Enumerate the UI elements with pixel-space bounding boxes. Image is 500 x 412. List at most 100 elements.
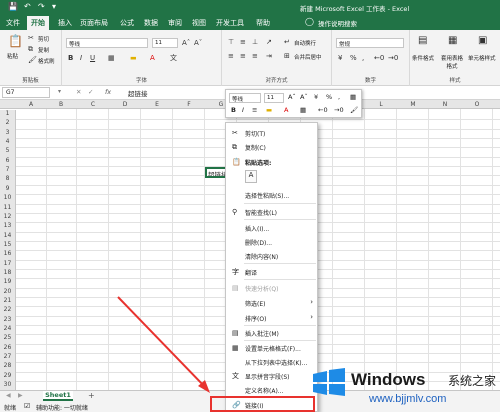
font-name-select[interactable]: 等线 [66,38,148,48]
column-header[interactable]: F [174,101,204,108]
phonetic-icon[interactable]: 文 [170,54,177,63]
mini-format-painter-icon[interactable]: 🖌 [350,106,358,115]
menu-item-pick-list[interactable]: 从下拉列表中选择(K)... [226,357,317,367]
tab-review[interactable]: 审阅 [168,18,182,28]
menu-item-sort[interactable]: 排序(O) › [226,313,317,323]
mini-shrink-font-icon[interactable]: Aˇ [300,93,308,102]
mini-decrease-decimal-icon[interactable]: →0 [334,106,344,115]
tab-developer[interactable]: 开发工具 [216,18,244,28]
name-box-dropdown-icon[interactable]: ▾ [58,88,61,95]
menu-item-clear[interactable]: 清除内容(N) [226,251,317,261]
redo-icon[interactable]: ↷ [38,2,45,12]
column-header[interactable]: L [366,101,396,108]
tab-home[interactable]: 开始 [27,16,49,30]
next-sheet-icon[interactable]: ▶ [18,392,23,399]
menu-item-translate[interactable]: 字翻译 [226,267,317,277]
accounting-icon[interactable]: ¥ [338,54,342,63]
column-header[interactable]: A [16,101,46,108]
conditional-format-icon[interactable]: ▤ [418,36,427,46]
menu-item-insert-comment[interactable]: ▤ 插入批注(M) [226,328,317,338]
align-center-icon[interactable]: ≡ [240,52,246,61]
bold-icon[interactable]: B [68,54,73,63]
accessibility-status[interactable]: 辅助功能: 一切就绪 [36,403,88,412]
align-middle-icon[interactable]: ≡ [240,38,246,47]
cancel-icon[interactable]: ✕ [76,88,81,96]
paste-option-icon[interactable]: A [245,170,257,183]
format-table-button[interactable]: 套用表格格式 [440,54,464,70]
comma-icon[interactable]: , [362,54,364,63]
mini-italic-icon[interactable]: I [242,106,244,115]
paste-button[interactable]: 粘贴 [7,52,18,60]
tab-page-layout[interactable]: 页面布局 [80,18,108,28]
menu-item-paste-special[interactable]: 选择性粘贴(S)... [226,190,317,200]
menu-item-copy[interactable]: ⧉ 复制(C) [226,142,317,152]
decrease-decimal-icon[interactable]: →0 [388,54,398,63]
align-top-icon[interactable]: ⊤ [228,38,234,47]
mini-accounting-icon[interactable]: ¥ [314,93,318,102]
prev-sheet-icon[interactable]: ◀ [6,392,11,399]
cut-icon[interactable]: ✂ [28,34,34,43]
copy-button[interactable]: 复制 [38,46,49,54]
sheet-tab-sheet1[interactable]: Sheet1 [43,391,73,401]
menu-item-insert[interactable]: 插入(I)... [226,223,317,233]
format-painter-button[interactable]: 格式刷 [38,57,55,65]
paste-icon[interactable]: 📋 [8,34,23,48]
save-icon[interactable]: 💾 [8,2,18,12]
mini-comma-icon[interactable]: , [338,93,340,102]
column-header[interactable]: N [430,101,460,108]
tab-file[interactable]: 文件 [6,18,20,28]
column-header[interactable]: D [110,101,140,108]
mini-border-icon[interactable]: ▦ [300,106,306,115]
mini-font-size-select[interactable]: 11 [264,93,284,103]
mini-format-icon[interactable]: ▦ [350,93,356,102]
column-header[interactable]: O [462,101,492,108]
add-sheet-button[interactable]: + [88,391,95,400]
percent-icon[interactable]: % [350,54,357,63]
formula-input[interactable]: 超链接 [128,88,148,98]
align-bottom-icon[interactable]: ⊥ [252,38,258,47]
merge-center-button[interactable]: 合并后居中 [294,53,322,61]
tab-data[interactable]: 数据 [144,18,158,28]
tab-view[interactable]: 视图 [192,18,206,28]
conditional-format-button[interactable]: 条件格式 [412,54,434,62]
enter-icon[interactable]: ✓ [88,88,93,96]
format-painter-icon[interactable]: 🖌 [28,56,37,65]
number-format-select[interactable]: 常规 [336,38,404,48]
orientation-icon[interactable]: ↗ [266,38,272,47]
align-right-icon[interactable]: ≡ [252,52,258,61]
font-color-icon[interactable]: A [150,54,155,63]
format-table-icon[interactable]: ▦ [448,36,457,46]
menu-item-filter[interactable]: 筛选(E) › [226,298,317,308]
wrap-text-icon[interactable]: ↵ [284,38,290,47]
tab-insert[interactable]: 插入 [58,18,72,28]
menu-item-smart-lookup[interactable]: ⚲ 智能查找(L) [226,207,317,217]
copy-icon[interactable]: ⧉ [28,45,33,54]
menu-item-delete[interactable]: 删除(D)... [226,237,317,247]
shrink-font-icon[interactable]: Aˇ [194,39,202,48]
menu-item-define-name[interactable]: 定义名称(A)... [226,385,317,395]
mini-font-color-icon[interactable]: A [284,106,288,115]
name-box[interactable]: G7 [2,87,50,98]
column-header[interactable]: C [78,101,108,108]
mini-grow-font-icon[interactable]: Aˆ [288,93,296,102]
column-header[interactable]: E [142,101,172,108]
column-header[interactable]: M [398,101,428,108]
menu-item-cut[interactable]: ✂ 剪切(T) [226,128,317,138]
mini-increase-decimal-icon[interactable]: ←0 [318,106,328,115]
mini-align-icon[interactable]: ≡ [252,106,257,115]
indent-icon[interactable]: ⇥ [266,52,272,61]
tab-formulas[interactable]: 公式 [120,18,134,28]
font-size-select[interactable]: 11 [152,38,178,48]
cell-styles-icon[interactable]: ▣ [478,36,487,46]
tell-me-search[interactable]: 操作说明搜索 [318,18,357,28]
customize-quick-access-icon[interactable]: ▾ [52,2,56,12]
mini-percent-icon[interactable]: % [326,93,332,102]
border-icon[interactable]: ▦ [108,54,115,63]
menu-item-format-cells[interactable]: ▦ 设置单元格格式(F)... [226,343,317,353]
undo-icon[interactable]: ↶ [24,2,31,12]
insert-function-button[interactable]: fx [105,88,111,96]
fill-color-icon[interactable]: ▬ [130,54,137,63]
align-left-icon[interactable]: ≡ [228,52,234,61]
menu-item-phonetic[interactable]: 文显示拼音字段(S) [226,371,317,381]
italic-icon[interactable]: I [80,54,82,63]
